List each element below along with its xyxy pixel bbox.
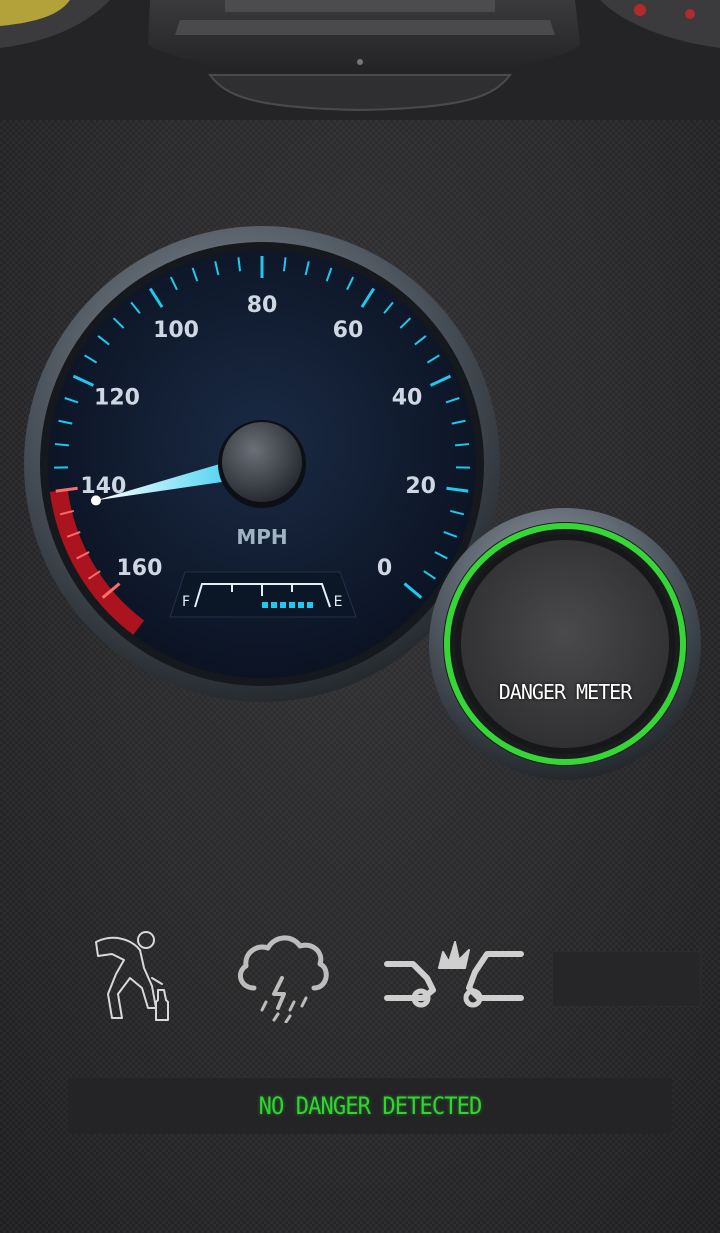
gauge-tick-label: 160: [116, 556, 162, 581]
danger-meter[interactable]: DANGER METER: [425, 507, 705, 782]
speed-unit-label: MPH: [236, 525, 287, 549]
car-dashboard-header-image: [0, 0, 720, 120]
gauge-tick-label: 60: [333, 318, 364, 343]
gauge-tick-label: 80: [247, 293, 278, 318]
gauge-tick-label: 120: [94, 385, 140, 410]
fuel-empty-label: E: [334, 594, 343, 610]
empty-icon-slot: [552, 951, 701, 1007]
gauge-tick-label: 40: [392, 385, 423, 410]
danger-meter-label: DANGER METER: [498, 680, 633, 704]
car-crash-icon[interactable]: [383, 928, 525, 1023]
needle-hub: [222, 422, 302, 502]
thunderstorm-icon[interactable]: [232, 928, 336, 1023]
needle-tip: [90, 495, 101, 506]
gauge-tick: [54, 443, 69, 447]
danger-meter-dial: [429, 508, 701, 780]
fuel-full-label: F: [182, 594, 190, 610]
gauge-tick-label: 20: [405, 474, 436, 499]
status-bar: NO DANGER DETECTED: [68, 1078, 672, 1134]
danger-status-text: NO DANGER DETECTED: [258, 1092, 483, 1120]
gauge-tick-label: 100: [153, 318, 199, 343]
gauge-tick-label: 0: [377, 556, 392, 581]
drunk-person-icon[interactable]: [82, 928, 182, 1023]
gauge-tick: [455, 443, 470, 447]
fuel-gauge: F E: [169, 571, 357, 618]
